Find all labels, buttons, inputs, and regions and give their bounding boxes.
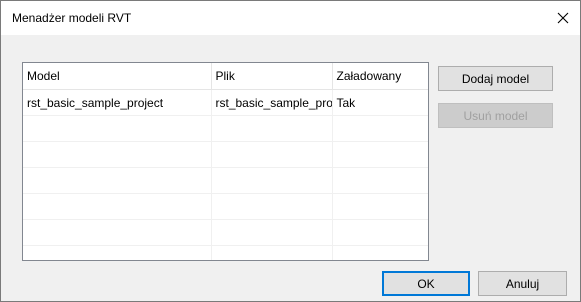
add-model-button[interactable]: Dodaj model <box>438 66 553 91</box>
empty-row <box>23 167 428 194</box>
column-header-model[interactable]: Model <box>23 63 212 90</box>
rvt-model-manager-dialog: Menadżer modeli RVT Model Plik Załadowan… <box>0 0 581 302</box>
column-header-loaded[interactable]: Załadowany <box>332 63 428 90</box>
close-icon <box>557 12 569 24</box>
close-button[interactable] <box>546 1 580 35</box>
remove-model-button[interactable]: Usuń model <box>438 103 553 128</box>
cell-loaded: Tak <box>332 89 428 116</box>
empty-row <box>23 193 428 220</box>
empty-row <box>23 115 428 142</box>
table-header-row: Model Plik Załadowany <box>23 63 428 90</box>
cell-file: rst_basic_sample_project.rvt <box>211 89 333 116</box>
title-bar: Menadżer modeli RVT <box>1 1 580 35</box>
empty-row <box>23 245 428 260</box>
cell-model: rst_basic_sample_project <box>23 89 212 116</box>
cancel-button[interactable]: Anuluj <box>478 271 567 296</box>
models-table[interactable]: Model Plik Załadowany rst_basic_sample_p… <box>22 62 429 261</box>
empty-row <box>23 141 428 168</box>
table-row[interactable]: rst_basic_sample_project rst_basic_sampl… <box>23 89 428 116</box>
window-title: Menadżer modeli RVT <box>12 11 132 25</box>
empty-row <box>23 219 428 246</box>
ok-button[interactable]: OK <box>382 271 470 296</box>
column-header-file[interactable]: Plik <box>211 63 333 90</box>
